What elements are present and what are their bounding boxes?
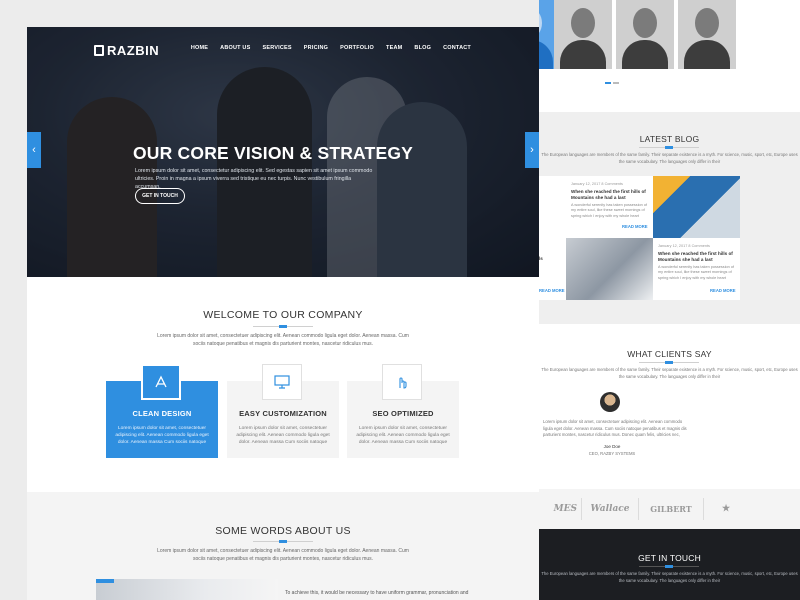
site-logo[interactable]: RAZBIN (94, 43, 159, 58)
clients-title: WHAT CLIENTS SAY (627, 349, 712, 359)
blog-divider (639, 146, 699, 149)
welcome-divider (253, 325, 313, 328)
slider-next-button[interactable]: › (525, 132, 539, 168)
logo-icon (94, 45, 104, 56)
client-role: CEO, RAZBY SYSTEMS (588, 451, 636, 456)
blog-post-title: When she reached the first hills of Moun… (658, 251, 733, 262)
blog-date: January 12, 2017 8 Comments (571, 182, 623, 186)
clients-text: The European languages are members of th… (541, 367, 798, 379)
read-more-link[interactable]: READ MORE (710, 288, 736, 293)
about-side-text: To achieve this, it would be necessary t… (285, 590, 469, 596)
team-photo-4[interactable] (678, 0, 736, 69)
nav-services[interactable]: SERVICES (262, 45, 291, 51)
about-divider (253, 540, 313, 543)
testimonials-section: WHAT CLIENTS SAY The European languages … (539, 324, 800, 489)
about-section: SOME WORDS ABOUT US Lorem ipsum dolor si… (27, 492, 539, 600)
client-logo-gilbert: GILBERT (650, 504, 692, 514)
team-pagination (605, 82, 619, 84)
blog-image-2[interactable] (566, 238, 653, 300)
team-photo-3[interactable] (616, 0, 674, 69)
client-logo-1: MES (553, 504, 577, 514)
blog-image-1[interactable] (653, 176, 740, 238)
touch-text: The European languages are members of th… (541, 571, 798, 583)
feature-text: Lorem ipsum dolor sit amet, consectetuer… (356, 426, 450, 445)
blog-card-cut: ls READ MORE (539, 238, 566, 300)
blog-text: The European languages are members of th… (541, 152, 798, 164)
hero-title: OUR CORE VISION & STRATEGY (133, 143, 414, 163)
get-in-touch-button[interactable]: GET IN TOUCH (135, 188, 185, 204)
client-name: Joe Doe (603, 444, 621, 449)
welcome-text: Lorem ipsum dolor sit amet, consectetuer… (157, 333, 409, 347)
feature-title: EASY CUSTOMIZATION (239, 409, 327, 418)
blog-card-2[interactable]: January 12, 2017 8 Comments When she rea… (653, 238, 740, 300)
about-title: SOME WORDS ABOUT US (215, 525, 351, 537)
monitor-icon (262, 364, 302, 400)
team-section (539, 0, 800, 112)
welcome-section: WELCOME TO OUR COMPANY Lorem ipsum dolor… (27, 277, 539, 492)
main-nav: HOME ABOUT US SERVICES PRICING PORTFOLIO… (191, 45, 471, 51)
nav-team[interactable]: TEAM (386, 45, 402, 51)
client-logos-strip: MES Wallace GILBERT ★ (539, 489, 800, 529)
feature-title: SEO OPTIMIZED (372, 409, 434, 418)
nav-portfolio[interactable]: PORTFOLIO (340, 45, 374, 51)
touch-title: GET IN TOUCH (638, 553, 701, 563)
blog-cut-text: ls (539, 256, 543, 261)
logo-text: RAZBIN (107, 43, 160, 58)
pagination-dot[interactable] (613, 82, 619, 84)
homepage-preview: RAZBIN HOME ABOUT US SERVICES PRICING PO… (27, 27, 539, 600)
read-more-link[interactable]: READ MORE (539, 288, 565, 293)
feature-text: Lorem ipsum dolor sit amet, consectetuer… (115, 426, 209, 445)
inner-sections-preview: LATEST BLOG The European languages are m… (539, 0, 800, 600)
feature-card-clean-design[interactable]: CLEAN DESIGN Lorem ipsum dolor sit amet,… (106, 364, 218, 458)
blog-post-title: When she reached the first hills of Moun… (571, 189, 646, 200)
client-logo-badge-icon: ★ (721, 504, 731, 514)
nav-home[interactable]: HOME (191, 45, 208, 51)
team-photo-2[interactable] (554, 0, 612, 69)
pagination-dot[interactable] (605, 82, 611, 84)
feature-text: Lorem ipsum dolor sit amet, consectetuer… (236, 426, 330, 445)
client-quote: Lorem ipsum dolor sit amet, consectetuer… (543, 419, 687, 439)
get-in-touch-section: GET IN TOUCH The European languages are … (539, 529, 800, 600)
hand-pointer-icon (382, 364, 422, 400)
chevron-right-icon: › (530, 144, 534, 156)
client-logo-wallace: Wallace (590, 504, 630, 514)
blog-card-1[interactable]: January 12, 2017 8 Comments When she rea… (539, 176, 653, 238)
slider-prev-button[interactable]: ‹ (27, 132, 41, 168)
blog-title: LATEST BLOG (639, 134, 700, 144)
nav-about-us[interactable]: ABOUT US (220, 45, 250, 51)
nav-contact[interactable]: CONTACT (443, 45, 471, 51)
feature-title: CLEAN DESIGN (132, 409, 192, 418)
clients-divider (639, 361, 699, 364)
feature-card-easy-customization[interactable]: EASY CUSTOMIZATION Lorem ipsum dolor sit… (227, 364, 339, 458)
read-more-link[interactable]: READ MORE (622, 224, 648, 229)
clean-design-icon (141, 364, 181, 400)
latest-blog-section: LATEST BLOG The European languages are m… (539, 112, 800, 324)
about-image (96, 579, 278, 600)
nav-pricing[interactable]: PRICING (304, 45, 328, 51)
blog-date: January 12, 2017 8 Comments (658, 244, 710, 248)
chevron-left-icon: ‹ (32, 144, 36, 156)
blog-post-text: A wonderful serenity has taken possessio… (571, 203, 647, 218)
feature-card-seo-optimized[interactable]: SEO OPTIMIZED Lorem ipsum dolor sit amet… (347, 364, 459, 458)
hero-slider: RAZBIN HOME ABOUT US SERVICES PRICING PO… (27, 27, 539, 277)
welcome-title: WELCOME TO OUR COMPANY (203, 309, 363, 321)
touch-divider (639, 565, 699, 568)
client-avatar (600, 392, 620, 412)
nav-blog[interactable]: BLOG (414, 45, 431, 51)
about-text: Lorem ipsum dolor sit amet, consectetuer… (157, 548, 409, 562)
blog-post-text: A wonderful serenity has taken possessio… (658, 265, 734, 280)
